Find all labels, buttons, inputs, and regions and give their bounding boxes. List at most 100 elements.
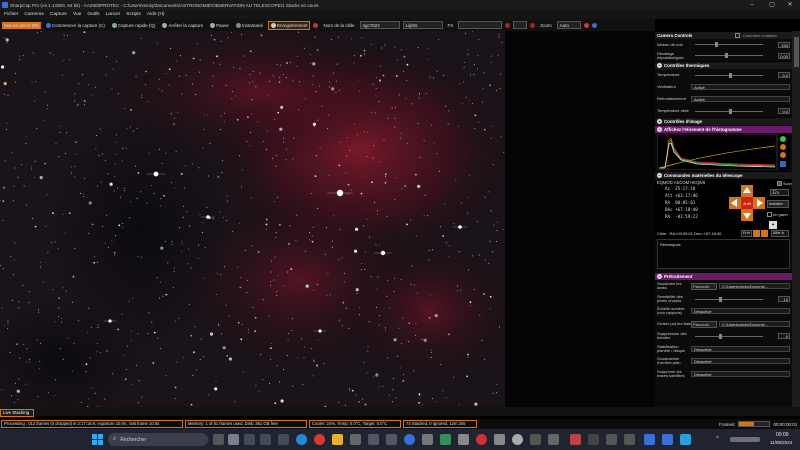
maximize-button[interactable]: ▢ [762, 0, 782, 10]
recorder-app-icon[interactable] [476, 434, 487, 445]
clock-date[interactable]: 11/09/2024 [770, 440, 792, 445]
fan-select[interactable]: Activé [691, 84, 790, 90]
menu-capture[interactable]: Capture [50, 12, 67, 17]
menu-scripts[interactable]: Scripts [126, 12, 141, 17]
preprocessing-slider[interactable] [695, 296, 763, 302]
quick-capture-button[interactable]: Capture rapide (Q) [110, 22, 158, 29]
mount-app-icon[interactable] [624, 434, 635, 445]
black-level-slider[interactable] [695, 42, 763, 47]
gallery-app-icon[interactable] [440, 434, 451, 445]
star-icon[interactable]: ✦ [769, 221, 777, 229]
taskbar-search[interactable]: ⌕ Rechercher [108, 433, 208, 446]
offset-slider[interactable] [695, 53, 763, 58]
windows-start-icon[interactable] [92, 434, 103, 445]
goto-button[interactable]: Aller à [771, 230, 789, 237]
media-app-icon[interactable] [588, 434, 599, 445]
photo-app-icon[interactable] [570, 434, 581, 445]
minimize-button[interactable]: – [742, 0, 762, 10]
preprocessing-select[interactable]: Désactivé [691, 358, 790, 364]
camera-app-icon[interactable] [260, 434, 271, 445]
menu-aide[interactable]: Aide (H) [147, 12, 165, 17]
blue-app-icon[interactable] [680, 434, 691, 445]
advanced-checkbox[interactable] [735, 33, 740, 38]
enter-button[interactable]: Entr [741, 230, 752, 237]
clock-time[interactable]: 00:09 [776, 432, 789, 438]
slider-knob[interactable] [725, 53, 728, 58]
globe-app-icon[interactable] [404, 434, 415, 445]
solar-app-icon[interactable] [494, 434, 505, 445]
guide-app-icon[interactable] [548, 434, 559, 445]
track-checkbox[interactable] [777, 181, 782, 186]
snapshot-button[interactable]: Instantané [234, 22, 265, 29]
rate-select[interactable]: 32x [770, 189, 789, 196]
slider-knob[interactable] [719, 334, 722, 339]
slider-knob[interactable] [715, 42, 718, 47]
eye-app-icon[interactable] [512, 434, 523, 445]
astro-app-icon[interactable] [606, 434, 617, 445]
save-button[interactable]: Enregistrement [267, 20, 311, 30]
thermal-header[interactable]: − Contrôles thermiques [655, 61, 792, 69]
collapse-icon[interactable]: − [657, 127, 662, 132]
grid-icon[interactable] [530, 22, 536, 28]
black-level-value[interactable]: 150 [778, 42, 790, 48]
target-name-field[interactable]: ngc7822 [359, 21, 400, 29]
shield-app-icon[interactable] [368, 434, 379, 445]
target-temp-slider[interactable] [695, 109, 763, 114]
panel-scrollbar[interactable] [792, 31, 800, 407]
filter-select[interactable] [513, 21, 528, 29]
task-view-icon[interactable] [213, 434, 224, 445]
slider-knob[interactable] [729, 73, 732, 78]
cooler-select[interactable]: Activé [691, 96, 790, 102]
target-temp-value[interactable]: 0.0 [778, 108, 790, 114]
scrollbar-thumb[interactable] [793, 37, 799, 67]
sharpcap-app-icon[interactable] [662, 434, 673, 445]
tray-chevron-icon[interactable]: ^ [716, 436, 719, 442]
telescope-header[interactable]: − Commandes matérielles du télescope [655, 171, 792, 179]
menu-outils[interactable]: Outils [87, 12, 99, 17]
file-path-select[interactable]: C:\Users\micky\Docume... [719, 320, 790, 327]
live-image-view[interactable] [0, 31, 505, 407]
refresh-icon[interactable] [761, 230, 768, 237]
edge-icon[interactable] [296, 434, 307, 445]
park-checkbox[interactable] [767, 212, 772, 217]
preprocessing-select[interactable]: Désactivé [691, 345, 790, 352]
slider-knob[interactable] [729, 109, 732, 114]
collapse-icon[interactable]: − [657, 63, 662, 68]
live-stacking-tab[interactable]: Live Stacking [0, 409, 34, 417]
star-app-icon[interactable] [458, 434, 469, 445]
histogram-header[interactable]: − Affichez l'étirement de l'histogramme [655, 125, 792, 133]
preprocessing-value[interactable]: 0 [778, 333, 790, 339]
transform-icon[interactable] [591, 22, 597, 28]
system-tray-icons[interactable] [730, 437, 760, 442]
lens-app-icon[interactable] [530, 434, 541, 445]
camera-controls-header[interactable]: Camera Controls Contrôles multiples [655, 31, 792, 39]
preprocessing-slider[interactable] [695, 334, 763, 339]
menu-fichier[interactable]: Fichier [4, 12, 18, 17]
file-path-select[interactable]: C:\Users\micky\Docume... [719, 283, 790, 289]
telescope-app-icon[interactable] [350, 434, 361, 445]
preprocessing-select[interactable]: Désactivé [691, 370, 790, 377]
red-filter-icon[interactable] [505, 22, 511, 28]
zoom-select[interactable]: Auto [556, 21, 581, 29]
settings-app-icon[interactable] [422, 434, 433, 445]
browse-button[interactable]: Parcourir [691, 320, 717, 328]
close-button[interactable]: ✕ [780, 0, 800, 10]
temperature-slider[interactable] [695, 73, 763, 78]
chrome-icon[interactable] [314, 434, 325, 445]
goto-arrow-icon[interactable] [753, 230, 760, 237]
preprocessing-value[interactable]: 10 [778, 295, 790, 302]
ts-app-icon[interactable] [644, 434, 655, 445]
frame-type-select[interactable]: Lights [402, 21, 443, 29]
offset-value[interactable]: 0.00 [778, 53, 790, 59]
monitor-app-icon[interactable] [386, 434, 397, 445]
collapse-icon[interactable]: − [657, 173, 662, 178]
browse-button[interactable]: Parcourir [691, 283, 717, 290]
preprocessing-select[interactable]: Désactivé [691, 308, 790, 314]
remarks-box[interactable]: Remarques [657, 239, 790, 269]
histogram-stretch[interactable] [656, 133, 790, 171]
direction-pad[interactable]: Arrêt [729, 185, 765, 221]
widgets-icon[interactable] [228, 434, 239, 445]
install-button[interactable]: Installer [767, 200, 789, 208]
pause-button[interactable]: Pause [208, 22, 231, 29]
menu-lancer[interactable]: Lancer [106, 12, 121, 17]
